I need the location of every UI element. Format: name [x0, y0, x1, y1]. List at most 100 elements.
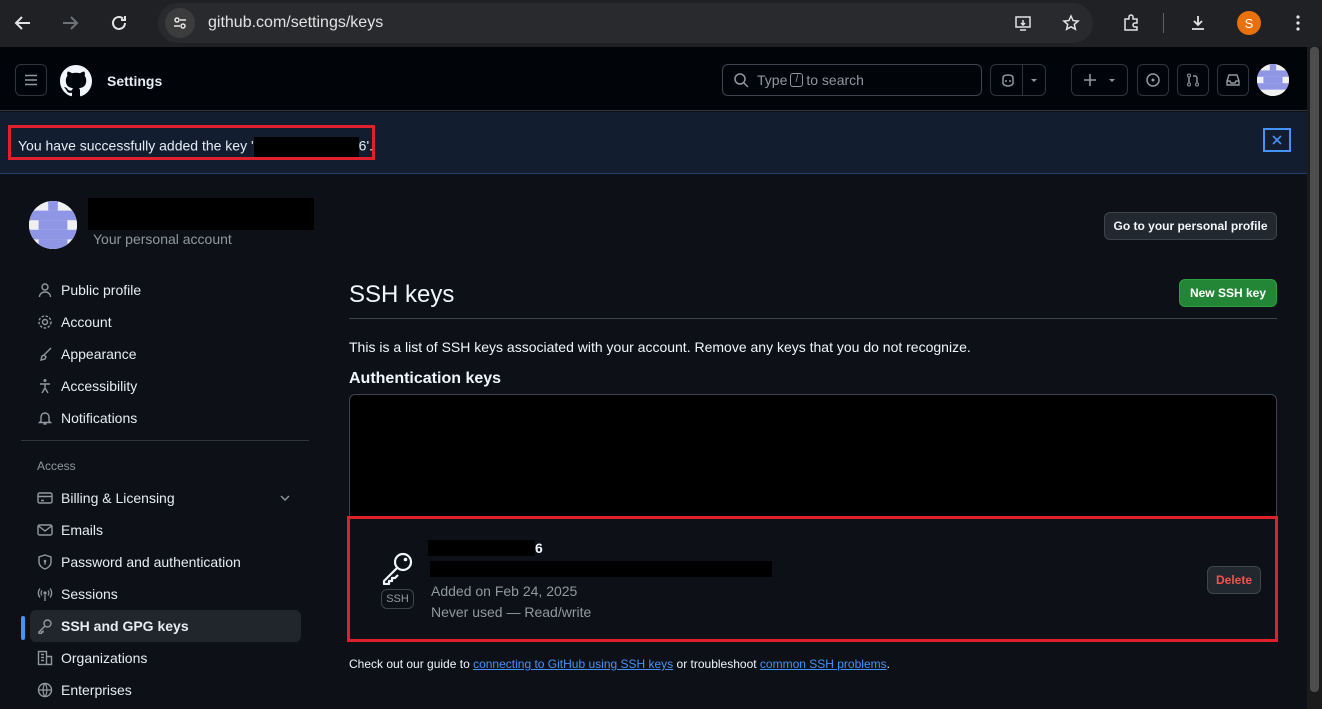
- user-avatar[interactable]: [1257, 64, 1289, 96]
- hamburger-icon: [25, 74, 37, 86]
- sidebar-item-label: Appearance: [61, 346, 137, 362]
- browser-toolbar: github.com/settings/keys S: [0, 0, 1322, 47]
- back-button[interactable]: [8, 8, 38, 38]
- inbox-icon: [1226, 74, 1240, 86]
- key-icon: [37, 618, 53, 634]
- menu-button[interactable]: [15, 64, 47, 96]
- bookmark-button[interactable]: [1056, 8, 1086, 38]
- active-item-indicator: [21, 616, 25, 640]
- redacted-key-fingerprint: [430, 561, 772, 577]
- sidebar-item-label: Account: [61, 314, 112, 330]
- broadcast-icon: [37, 586, 53, 602]
- create-new-button[interactable]: [1071, 64, 1128, 96]
- ssh-key-row: SSH 6 Added on Feb 24, 2025 Never used —…: [347, 516, 1278, 642]
- sidebar-item-ssh-gpg-keys[interactable]: SSH and GPG keys: [30, 610, 301, 642]
- downloads-button[interactable]: [1183, 8, 1213, 38]
- scrollbar-thumb[interactable]: [1310, 47, 1319, 692]
- key-title-suffix: 6: [535, 540, 543, 556]
- redacted-key-name: [253, 137, 359, 157]
- identicon-icon: [1257, 64, 1289, 96]
- sidebar-item-password-authentication[interactable]: Password and authentication: [30, 546, 301, 578]
- search-placeholder-post: to search: [806, 72, 864, 88]
- key-added-date: Added on Feb 24, 2025: [431, 583, 578, 599]
- copilot-icon: [1002, 74, 1014, 87]
- pull-requests-button[interactable]: [1177, 64, 1209, 96]
- sidebar-item-sessions[interactable]: Sessions: [30, 578, 301, 610]
- forward-button[interactable]: [55, 8, 85, 38]
- browser-profile-avatar[interactable]: S: [1237, 11, 1261, 35]
- puzzle-icon: [1124, 14, 1138, 31]
- sidebar-item-emails[interactable]: Emails: [30, 514, 301, 546]
- chevron-down-icon: [280, 495, 290, 501]
- identicon-icon: [29, 201, 77, 249]
- sidebar-item-label: Organizations: [61, 650, 148, 666]
- delete-key-button[interactable]: Delete: [1207, 566, 1261, 594]
- site-settings-button[interactable]: [165, 8, 195, 38]
- close-icon: [1272, 135, 1282, 145]
- reload-icon: [112, 15, 126, 30]
- page-scrollbar[interactable]: [1307, 47, 1322, 709]
- globe-icon: [37, 682, 53, 698]
- search-input[interactable]: Type / to search: [722, 64, 982, 96]
- ssh-connection-guide-link[interactable]: connecting to GitHub using SSH keys: [473, 657, 673, 671]
- inbox-button[interactable]: [1217, 64, 1249, 96]
- sidebar-item-organizations[interactable]: Organizations: [30, 642, 301, 674]
- github-header: Settings Type / to search: [0, 47, 1307, 111]
- sidebar-item-billing[interactable]: Billing & Licensing: [30, 482, 301, 514]
- ssh-troubleshoot-link[interactable]: common SSH problems: [760, 657, 887, 671]
- key-title: 6: [428, 540, 543, 556]
- ssh-type-label: SSH: [381, 589, 414, 609]
- flash-message: You have successfully added the key ' 6'.: [18, 137, 373, 157]
- page-title: Settings: [107, 73, 163, 89]
- close-flash-button[interactable]: [1263, 128, 1291, 152]
- sidebar-item-enterprises[interactable]: Enterprises: [30, 674, 301, 706]
- bell-icon: [37, 410, 53, 426]
- settings-sidebar: Your personal account Public profile Acc…: [0, 174, 330, 709]
- guide-text-pre: Check out our guide to: [349, 657, 474, 671]
- sidebar-item-label: Public profile: [61, 282, 142, 298]
- sidebar-item-label: Notifications: [61, 410, 138, 426]
- credit-card-icon: [37, 490, 53, 506]
- sidebar-item-accessibility[interactable]: Accessibility: [30, 370, 301, 402]
- chevron-down-icon: [1108, 79, 1115, 82]
- toolbar-divider: [1163, 13, 1164, 33]
- person-icon: [37, 282, 53, 298]
- sidebar-item-public-profile[interactable]: Public profile: [30, 274, 301, 306]
- key-icon: [382, 552, 413, 585]
- reload-button[interactable]: [104, 8, 134, 38]
- address-bar[interactable]: github.com/settings/keys: [158, 3, 1093, 43]
- extensions-button[interactable]: [1116, 8, 1146, 38]
- sidebar-item-notifications[interactable]: Notifications: [30, 402, 301, 434]
- success-flash-banner: You have successfully added the key ' 6'.: [0, 112, 1307, 174]
- install-app-button[interactable]: [1008, 8, 1038, 38]
- sidebar-item-label: SSH and GPG keys: [61, 618, 189, 634]
- guide-text-mid: or troubleshoot: [673, 657, 760, 671]
- issue-opened-icon: [1146, 73, 1160, 87]
- redacted-keys-area: [349, 394, 1277, 518]
- sidebar-item-appearance[interactable]: Appearance: [30, 338, 301, 370]
- arrow-left-icon: [14, 16, 30, 30]
- plus-icon: [1083, 74, 1096, 86]
- sidebar-item-account[interactable]: Account: [30, 306, 301, 338]
- ssh-keys-description: This is a list of SSH keys associated wi…: [349, 339, 971, 355]
- redacted-account-name: [88, 198, 314, 230]
- copilot-button[interactable]: [990, 64, 1046, 96]
- shield-lock-icon: [37, 554, 53, 570]
- browser-menu-button[interactable]: [1283, 8, 1313, 38]
- flash-message-text: You have successfully added the key ': [18, 137, 254, 154]
- sidebar-item-label: Sessions: [61, 586, 118, 602]
- go-to-profile-button[interactable]: Go to your personal profile: [1104, 212, 1277, 240]
- gear-icon: [37, 314, 53, 330]
- heading-divider: [349, 318, 1277, 319]
- accessibility-icon: [37, 378, 53, 394]
- search-shortcut-key: /: [790, 73, 804, 87]
- mail-icon: [37, 522, 53, 538]
- ssh-keys-heading: SSH keys: [349, 281, 455, 308]
- new-ssh-key-button[interactable]: New SSH key: [1179, 279, 1277, 307]
- search-icon: [734, 73, 749, 88]
- sidebar-divider: [21, 440, 309, 441]
- github-logo-icon[interactable]: [60, 65, 92, 97]
- issues-button[interactable]: [1137, 64, 1169, 96]
- flash-highlight: You have successfully added the key ' 6'.: [8, 125, 375, 160]
- sidebar-item-label: Billing & Licensing: [61, 490, 175, 506]
